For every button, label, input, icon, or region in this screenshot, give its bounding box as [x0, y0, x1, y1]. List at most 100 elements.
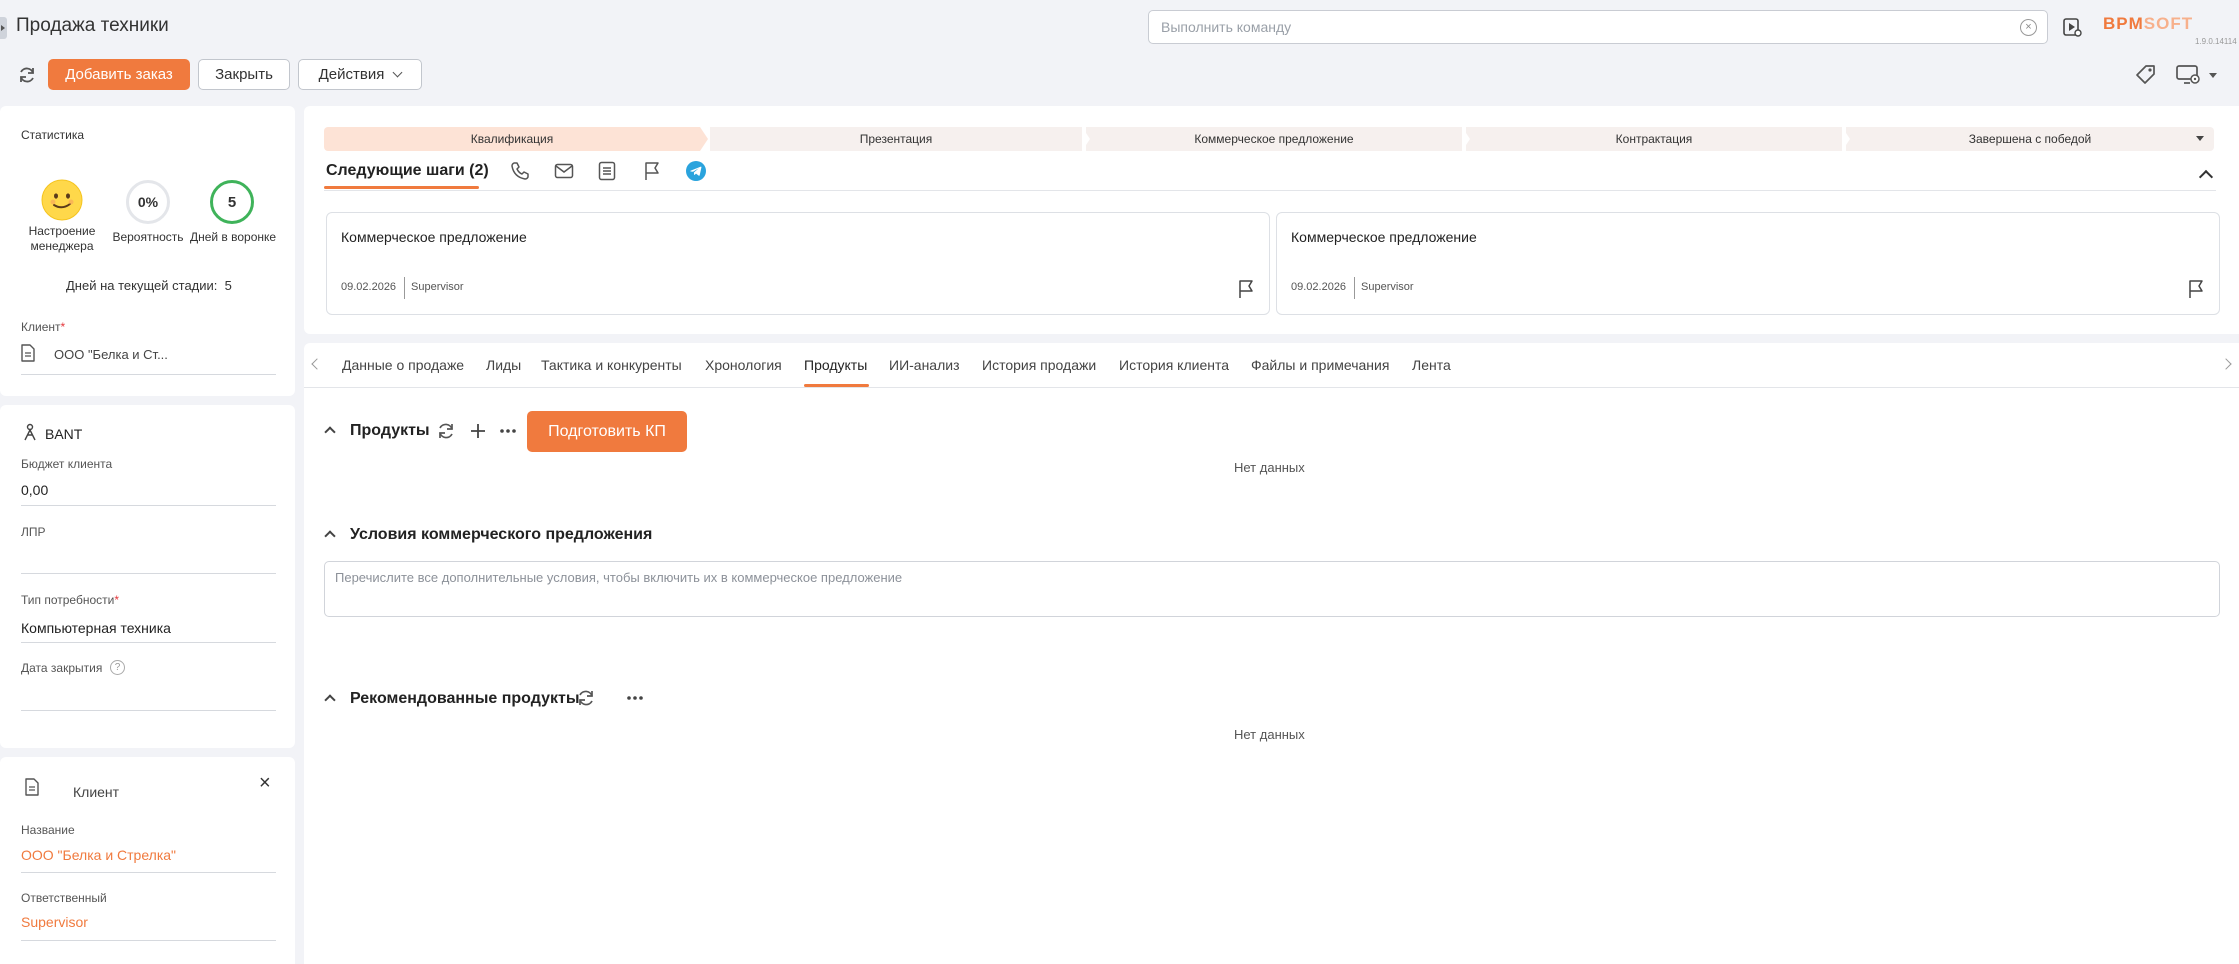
client-name-underline: [21, 872, 276, 873]
expand-nav-handle[interactable]: [0, 17, 7, 39]
actions-dropdown[interactable]: Действия: [298, 59, 422, 90]
tab-sale-history[interactable]: История продажи: [982, 357, 1096, 373]
close-date-field[interactable]: [21, 710, 276, 711]
next-steps-underline: [324, 186, 479, 189]
stage-dropdown-icon[interactable]: [2196, 136, 2204, 141]
stage-contracting[interactable]: Контрактация: [1466, 127, 1842, 151]
budget-value[interactable]: 0,00: [21, 482, 48, 498]
workplace-settings-icon[interactable]: [2175, 63, 2203, 87]
need-type-underline: [21, 642, 276, 643]
step-separator: [1354, 277, 1355, 299]
stage-commercial-offer[interactable]: Коммерческое предложение: [1086, 127, 1462, 151]
bant-card: BANT Бюджет клиента 0,00 ЛПР Тип потребн…: [0, 405, 295, 748]
stage-arrow: [700, 127, 708, 151]
stage-presentation[interactable]: Презентация: [710, 127, 1082, 151]
actions-label: Действия: [318, 66, 385, 83]
tab-client-history[interactable]: История клиента: [1119, 357, 1229, 373]
clear-icon[interactable]: ×: [2020, 19, 2037, 36]
tab-leads[interactable]: Лиды: [486, 357, 521, 373]
manager-mood-icon: [40, 178, 84, 222]
tab-products[interactable]: Продукты: [804, 357, 867, 373]
add-order-button[interactable]: Добавить заказ: [48, 59, 190, 90]
stage-separator: [1082, 127, 1090, 151]
budget-label: Бюджет клиента: [21, 457, 113, 471]
tab-feed[interactable]: Лента: [1412, 357, 1451, 373]
close-icon[interactable]: ×: [259, 773, 271, 793]
add-icon[interactable]: [469, 422, 487, 440]
tab-tactics[interactable]: Тактика и конкуренты: [541, 357, 682, 373]
statistics-title: Статистика: [21, 128, 85, 142]
flag-icon[interactable]: [643, 161, 661, 181]
flag-icon[interactable]: [1237, 279, 1255, 299]
chevron-down-icon: [392, 67, 403, 78]
tabs-divider: [304, 387, 2239, 388]
bant-title: BANT: [45, 426, 83, 442]
bpmsoft-logo: BPMSOFT: [2103, 14, 2194, 33]
help-icon[interactable]: ?: [110, 660, 125, 675]
tab-files-notes[interactable]: Файлы и примечания: [1251, 357, 1389, 373]
need-type-value[interactable]: Компьютерная техника: [21, 620, 171, 636]
recommended-title: Рекомендованные продукты: [350, 690, 580, 707]
step-separator: [404, 277, 405, 299]
stage-bar: Квалификация Презентация Коммерческое пр…: [324, 127, 2214, 151]
tabs-scroll-left-icon[interactable]: [311, 358, 323, 370]
next-step-card[interactable]: Коммерческое предложение 09.02.2026 Supe…: [326, 212, 1270, 315]
next-steps-title[interactable]: Следующие шаги (2): [326, 162, 489, 180]
step-title: Коммерческое предложение: [341, 229, 527, 245]
recommended-empty-label: Нет данных: [1234, 727, 1305, 742]
refresh-icon[interactable]: [17, 65, 37, 85]
owner-label: Ответственный: [21, 891, 107, 905]
next-step-card[interactable]: Коммерческое предложение 09.02.2026 Supe…: [1276, 212, 2220, 315]
owner-underline: [21, 940, 276, 941]
decision-maker-field[interactable]: [21, 573, 276, 574]
next-steps-divider: [324, 190, 2216, 191]
refresh-icon[interactable]: [436, 421, 456, 441]
document-icon: [21, 344, 35, 362]
owner-link[interactable]: Supervisor: [21, 914, 88, 930]
conditions-input[interactable]: [325, 562, 2219, 616]
prepare-offer-button[interactable]: Подготовить КП: [527, 411, 687, 452]
tab-sale-data[interactable]: Данные о продаже: [342, 357, 464, 373]
refresh-icon[interactable]: [576, 688, 596, 708]
need-type-label: Тип потребности*: [21, 593, 119, 607]
tabs-scroll-right-icon[interactable]: [2220, 358, 2232, 370]
stage-won[interactable]: Завершена с победой: [1846, 127, 2214, 151]
probability-label: Вероятность: [112, 230, 184, 244]
email-icon[interactable]: [554, 163, 574, 179]
days-in-funnel-value: 5: [227, 193, 237, 211]
command-input[interactable]: [1149, 11, 1989, 43]
command-search[interactable]: ×: [1148, 10, 2048, 44]
task-list-icon[interactable]: [598, 161, 616, 181]
step-date: 09.02.2026: [1291, 281, 1347, 293]
step-owner: Supervisor: [1361, 281, 1414, 293]
days-in-funnel-gauge: 5: [210, 180, 254, 224]
telegram-icon[interactable]: [686, 161, 706, 181]
page-title: Продажа техники: [16, 15, 169, 36]
stage-won-label: Завершена с победой: [1968, 132, 2092, 146]
more-options-icon[interactable]: [626, 694, 644, 702]
conditions-field[interactable]: [324, 561, 2220, 617]
video-play-icon[interactable]: [2062, 17, 2082, 37]
tag-icon[interactable]: [2134, 63, 2158, 87]
client-field-value[interactable]: ООО "Белка и Ст...: [54, 347, 168, 362]
budget-underline: [21, 505, 276, 506]
bant-icon: [24, 423, 36, 441]
conditions-title: Условия коммерческого предложения: [350, 526, 653, 543]
document-icon: [25, 778, 39, 796]
tab-chronology[interactable]: Хронология: [705, 357, 782, 373]
settings-caret-icon[interactable]: [2209, 73, 2217, 78]
close-date-label: Дата закрытия: [21, 661, 103, 675]
tab-bar: Данные о продаже Лиды Тактика и конкурен…: [304, 346, 2239, 388]
flag-icon[interactable]: [2187, 279, 2205, 299]
tab-ai-analysis[interactable]: ИИ-анализ: [889, 357, 960, 373]
client-name-link[interactable]: ООО "Белка и Стрелка": [21, 847, 176, 863]
stage-qualification[interactable]: Квалификация: [324, 127, 700, 151]
stage-separator: [1462, 127, 1470, 151]
phone-icon[interactable]: [510, 161, 530, 181]
products-empty-label: Нет данных: [1234, 460, 1305, 475]
more-options-icon[interactable]: [499, 427, 517, 435]
step-title: Коммерческое предложение: [1291, 229, 1477, 245]
close-button[interactable]: Закрыть: [198, 59, 290, 90]
probability-value: 0%: [137, 194, 159, 210]
days-in-funnel-label: Дней в воронке: [189, 230, 277, 244]
